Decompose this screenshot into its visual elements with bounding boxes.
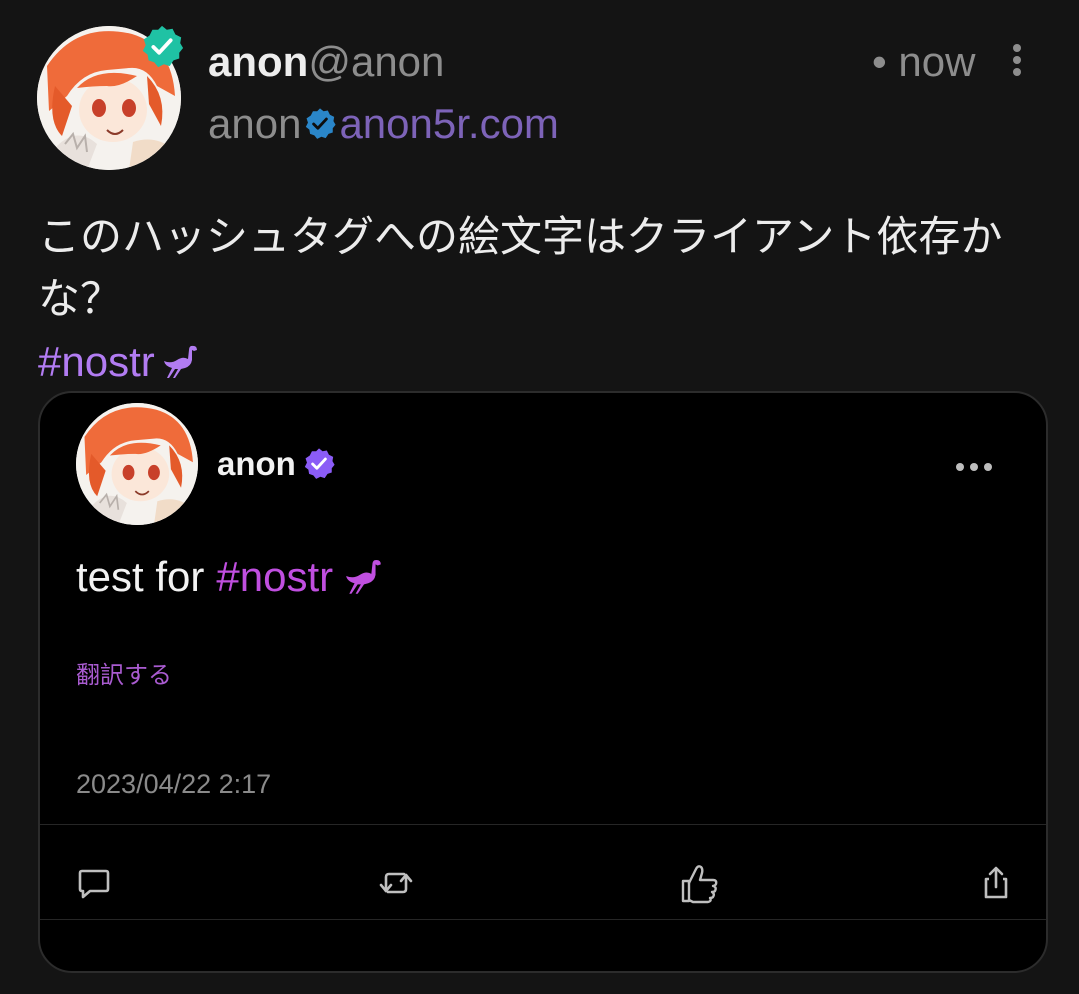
post-hashtag-line[interactable]: #nostr — [38, 336, 201, 388]
share-icon[interactable] — [978, 865, 1014, 901]
more-options-icon[interactable] — [1004, 42, 1030, 78]
quoted-more-options-icon[interactable] — [954, 461, 994, 473]
author-name-row: anon@anon — [208, 38, 444, 86]
post-hashtag[interactable]: #nostr — [38, 336, 155, 388]
quoted-timestamp: 2023/04/22 2:17 — [76, 769, 272, 799]
author-display-name[interactable]: anon — [208, 38, 308, 85]
nip05-verified-icon — [306, 108, 337, 139]
post: anon@anon anon anon5r.com • now このハッシュタグ… — [0, 0, 1079, 994]
nip05-name: anon — [208, 100, 302, 147]
translate-link[interactable]: 翻訳する — [76, 655, 172, 690]
repost-icon[interactable] — [378, 865, 414, 901]
post-text: このハッシュタグへの絵文字はクライアント依存かな？ — [38, 212, 1003, 323]
author-avatar-wrapper[interactable] — [37, 25, 184, 170]
verified-badge-icon — [142, 25, 184, 68]
nip05-domain[interactable]: anon5r.com — [339, 100, 558, 148]
quoted-post-text: test for #nostr — [76, 553, 385, 601]
quoted-author-name-row: anon — [217, 445, 336, 483]
quoted-hashtag[interactable]: #nostr — [216, 553, 333, 601]
quoted-author-avatar[interactable] — [76, 403, 198, 525]
actions-top-divider — [40, 824, 1046, 825]
author-handle[interactable]: @anon — [308, 38, 444, 85]
post-time: • now — [872, 38, 976, 85]
quoted-author-name[interactable]: anon — [217, 445, 296, 483]
thumbs-up-icon[interactable] — [677, 861, 721, 905]
actions-bottom-divider — [40, 919, 1046, 920]
ostrich-emoji-icon — [163, 345, 197, 378]
quoted-post-card[interactable]: anon test for #nostr 翻訳する 2023/04/22 2:1… — [38, 391, 1048, 973]
quoted-ostrich-emoji-icon — [346, 560, 381, 594]
nip05-row: anon anon5r.com — [208, 100, 559, 148]
speech-bubble-icon[interactable] — [76, 865, 112, 901]
quoted-text-prefix: test for — [76, 553, 205, 600]
quoted-verified-icon — [304, 448, 335, 479]
